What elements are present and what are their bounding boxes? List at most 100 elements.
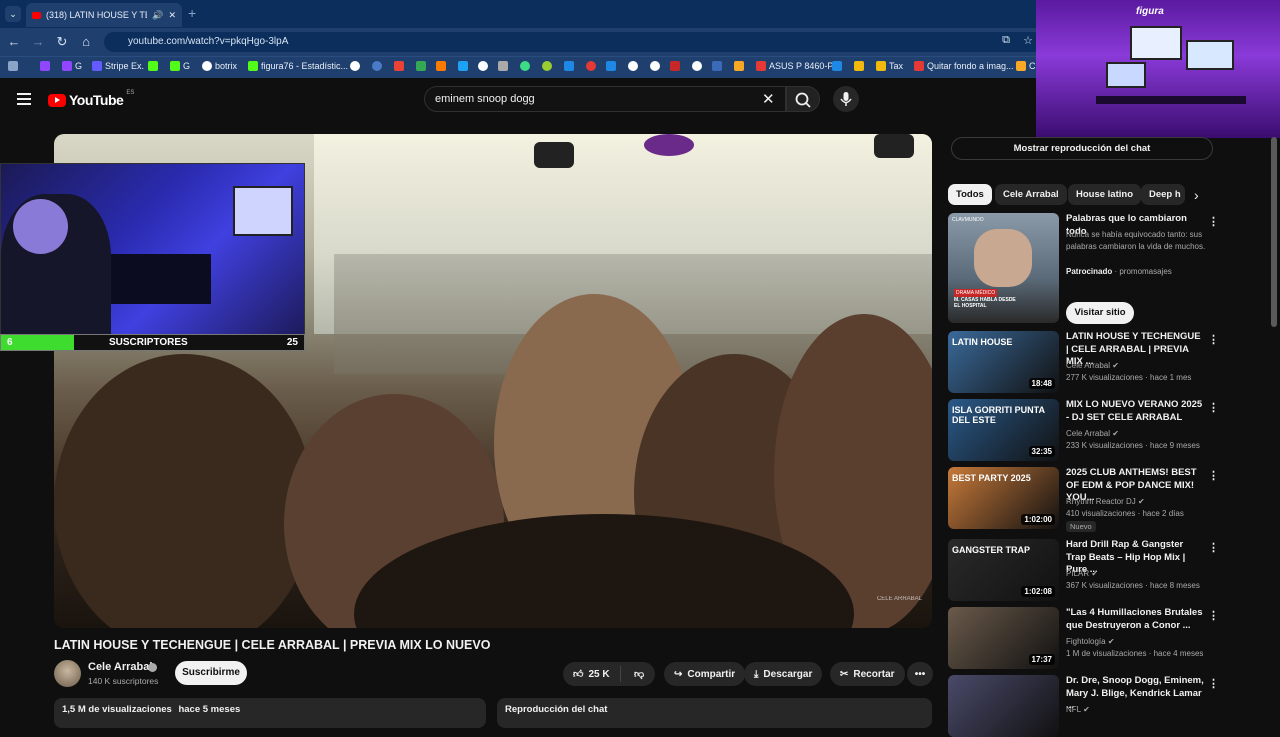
github-icon[interactable] <box>650 61 660 71</box>
chip-all[interactable]: Todos <box>948 184 992 205</box>
recommended-video[interactable]: BEST PARTY 2025 1:02:00 2025 CLUB ANTHEMS!… <box>948 467 1228 532</box>
video-title-link[interactable]: "Las 4 Humillaciones Brutales que Destru… <box>1066 607 1204 632</box>
search-input[interactable]: eminem snoop dogg <box>424 86 786 112</box>
bookmark-icon-17[interactable] <box>692 61 702 71</box>
bookmark-icon-14[interactable] <box>628 61 638 71</box>
apps-icon[interactable] <box>8 61 18 71</box>
reload-icon[interactable]: ↻ <box>54 34 70 50</box>
more-options-icon[interactable]: ⋮ <box>1208 333 1219 346</box>
sponsored-thumbnail[interactable]: CLAVMUNDO DRAMA MÉDICO M. CASAS HABLA DE… <box>948 213 1059 323</box>
video-thumbnail[interactable]: BEST PARTY 2025 1:02:00 <box>948 467 1059 529</box>
recommended-video[interactable]: LATIN HOUSE 18:48 LATIN HOUSE Y TECHENGUE … <box>948 331 1228 393</box>
logo-text: YouTube <box>69 92 124 108</box>
bookmark-icon-16[interactable] <box>670 61 680 71</box>
more-options-icon[interactable]: ⋮ <box>1208 469 1219 482</box>
chevron-right-icon[interactable]: › <box>1194 187 1199 203</box>
bookmark-quitar-fondo[interactable]: Quitar fondo a imag... <box>914 61 1014 71</box>
bookmark-g[interactable]: G <box>62 61 82 71</box>
bookmark-star-icon[interactable]: ☆ <box>1020 34 1036 47</box>
bookmark-kick[interactable] <box>148 61 158 71</box>
show-chat-replay-button[interactable]: Mostrar reproducción del chat <box>951 137 1213 160</box>
video-channel[interactable]: Cele Arrabal ✔ <box>1066 361 1119 370</box>
recommended-video[interactable]: GANGSTER TRAP 1:02:08 Hard Drill Rap & Gan… <box>948 539 1228 601</box>
voice-search-button[interactable] <box>833 86 859 112</box>
bookmark-icon-12[interactable] <box>586 61 596 71</box>
bookmark-icon-11[interactable] <box>564 61 574 71</box>
more-options-icon[interactable]: ⋮ <box>1208 541 1219 554</box>
chip-house-latino[interactable]: House latino <box>1068 184 1142 205</box>
bookmark-botrix[interactable]: botrix <box>202 61 237 71</box>
audio-icon[interactable]: 🔊 <box>152 10 163 21</box>
more-options-icon[interactable]: ⋮ <box>1208 401 1219 414</box>
chat-replay-panel[interactable]: Reproducción del chat <box>497 698 932 728</box>
bookmark-kick-g[interactable]: G <box>170 61 190 71</box>
bookmark-icon-19[interactable] <box>734 61 744 71</box>
bookmark-figura[interactable]: figura76 - Estadístic... <box>248 61 348 71</box>
bookmark-icon-6[interactable] <box>458 61 468 71</box>
description-box[interactable]: 1,5 M de visualizaciones hace 5 meses <box>54 698 486 728</box>
video-channel[interactable]: PILAR ✔ <box>1066 569 1098 578</box>
more-options-icon[interactable]: ⋮ <box>1208 609 1219 622</box>
bookmark-google[interactable] <box>350 61 360 71</box>
bookmark-icon-4[interactable] <box>416 61 426 71</box>
more-actions-button[interactable]: ••• <box>907 662 933 686</box>
chip-cele-arrabal[interactable]: Cele Arrabal <box>995 184 1067 205</box>
subscribe-button[interactable]: Suscribirme <box>175 661 247 685</box>
bookmark-icon-10[interactable] <box>542 61 552 71</box>
bookmark-tax[interactable]: Tax <box>876 61 903 71</box>
channel-avatar[interactable] <box>54 660 81 687</box>
sponsored-item[interactable]: CLAVMUNDO DRAMA MÉDICO M. CASAS HABLA DE… <box>948 213 1228 324</box>
more-options-icon[interactable]: ⋮ <box>1208 215 1219 228</box>
tab-search-button[interactable]: ⌄ <box>5 6 21 22</box>
video-thumbnail[interactable]: GANGSTER TRAP 1:02:08 <box>948 539 1059 601</box>
share-button[interactable]: ↪ Compartir <box>664 662 746 686</box>
like-button[interactable]: 👍︎ 25 K <box>563 666 621 682</box>
new-tab-button[interactable]: + <box>188 5 196 21</box>
browser-tab[interactable]: (318) LATIN HOUSE Y TECHENGUE 🔊 ✕ <box>26 3 182 27</box>
video-thumbnail[interactable]: ISLA GORRITI PUNTA DEL ESTE 32:35 <box>948 399 1059 461</box>
video-channel[interactable]: NFL ✔ <box>1066 705 1090 714</box>
video-thumbnail[interactable] <box>948 675 1059 737</box>
search-button[interactable] <box>786 86 820 112</box>
bookmark-icon-13[interactable] <box>606 61 616 71</box>
video-thumbnail[interactable]: 17:37 <box>948 607 1059 669</box>
close-tab-icon[interactable]: ✕ <box>168 10 176 21</box>
dislike-button[interactable]: 👎︎ <box>626 668 644 680</box>
bookmark-icon-7[interactable] <box>478 61 488 71</box>
clip-button[interactable]: ✂ Recortar <box>830 662 905 686</box>
forward-icon[interactable]: → <box>30 34 46 49</box>
menu-icon[interactable] <box>17 93 31 105</box>
video-thumbnail[interactable]: LATIN HOUSE 18:48 <box>948 331 1059 393</box>
bookmark-icon-21[interactable] <box>832 61 842 71</box>
download-button[interactable]: ⤓ Descargar <box>744 662 823 686</box>
video-channel[interactable]: Rhythm Reactor DJ ✔ <box>1066 497 1145 506</box>
address-bar[interactable]: youtube.com/watch?v=pkqHgo-3lpA <box>104 32 1044 52</box>
video-channel[interactable]: Fightología ✔ <box>1066 637 1115 646</box>
clear-search-icon[interactable]: ✕ <box>762 90 775 108</box>
bookmark-icon-18[interactable] <box>712 61 722 71</box>
bookmark-twitch[interactable] <box>40 61 50 71</box>
home-icon[interactable]: ⌂ <box>78 34 94 49</box>
youtube-logo[interactable]: YouTube ES <box>48 90 134 108</box>
channel-name[interactable]: Cele Arrabal <box>88 661 152 673</box>
bookmark-icon-9[interactable] <box>520 61 530 71</box>
bookmark-icon-8[interactable] <box>498 61 508 71</box>
bookmark-icon-5[interactable] <box>436 61 446 71</box>
recommended-video[interactable]: ISLA GORRITI PUNTA DEL ESTE 32:35 MIX LO N… <box>948 399 1228 461</box>
bookmark-asus[interactable]: ASUS P 8460-P <box>756 61 833 71</box>
back-icon[interactable]: ← <box>6 34 22 49</box>
recommended-video[interactable]: Dr. Dre, Snoop Dogg, Eminem, Mary J. Bli… <box>948 675 1228 737</box>
video-title-link[interactable]: MIX LO NUEVO VERANO 2025 - DJ SET CELE A… <box>1066 399 1204 424</box>
bookmark-binance[interactable] <box>854 61 864 71</box>
chip-deep-house[interactable]: Deep h <box>1141 184 1185 205</box>
video-channel[interactable]: Cele Arrabal ✔ <box>1066 429 1119 438</box>
visit-site-button[interactable]: Visitar sitio <box>1066 302 1134 324</box>
sidebar-scrollbar[interactable] <box>1271 137 1277 327</box>
bookmark-icon-2[interactable] <box>372 61 382 71</box>
bookmark-c[interactable]: C <box>1016 61 1036 71</box>
bookmark-gmail[interactable] <box>394 61 404 71</box>
bookmark-stripe[interactable]: Stripe Ex. <box>92 61 144 71</box>
install-app-icon[interactable]: ⧉ <box>998 34 1014 47</box>
recommended-video[interactable]: 17:37 "Las 4 Humillaciones Brutales que D… <box>948 607 1228 669</box>
more-options-icon[interactable]: ⋮ <box>1208 677 1219 690</box>
